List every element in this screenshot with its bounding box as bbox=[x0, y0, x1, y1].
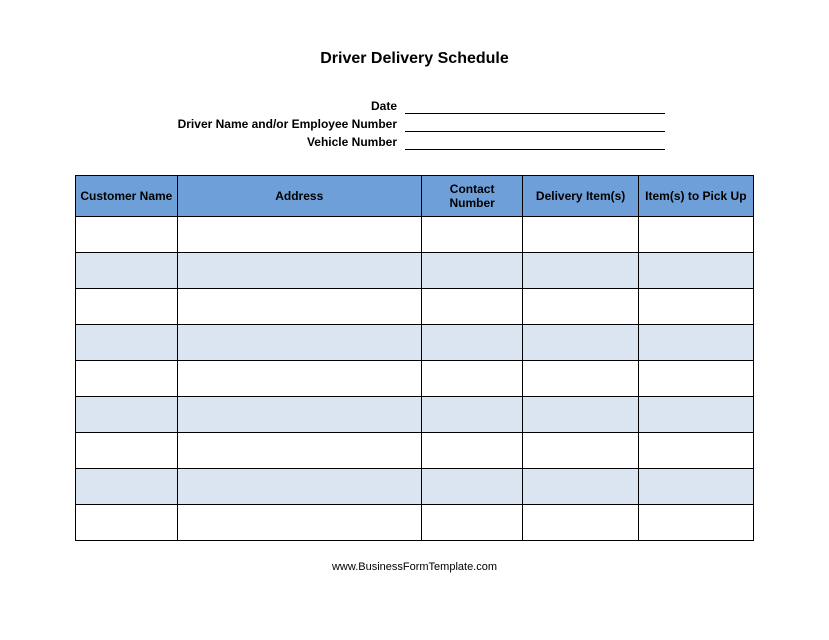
cell-pickup[interactable] bbox=[638, 397, 753, 433]
table-row bbox=[76, 325, 754, 361]
cell-pickup[interactable] bbox=[638, 433, 753, 469]
table-header-row: Customer Name Address Contact Number Del… bbox=[76, 176, 754, 217]
cell-customer[interactable] bbox=[76, 325, 178, 361]
cell-delivery[interactable] bbox=[523, 217, 638, 253]
cell-contact[interactable] bbox=[421, 433, 523, 469]
driver-input-line[interactable] bbox=[405, 116, 665, 132]
header-contact-number: Contact Number bbox=[421, 176, 523, 217]
cell-pickup[interactable] bbox=[638, 505, 753, 541]
date-field-row: Date bbox=[75, 98, 754, 114]
cell-delivery[interactable] bbox=[523, 253, 638, 289]
cell-contact[interactable] bbox=[421, 289, 523, 325]
cell-customer[interactable] bbox=[76, 505, 178, 541]
cell-pickup[interactable] bbox=[638, 289, 753, 325]
cell-delivery[interactable] bbox=[523, 361, 638, 397]
cell-delivery[interactable] bbox=[523, 289, 638, 325]
table-row bbox=[76, 469, 754, 505]
cell-delivery[interactable] bbox=[523, 397, 638, 433]
table-row bbox=[76, 433, 754, 469]
cell-customer[interactable] bbox=[76, 253, 178, 289]
table-row bbox=[76, 217, 754, 253]
table-row bbox=[76, 361, 754, 397]
cell-contact[interactable] bbox=[421, 253, 523, 289]
driver-label: Driver Name and/or Employee Number bbox=[75, 117, 405, 131]
header-pickup-items: Item(s) to Pick Up bbox=[638, 176, 753, 217]
cell-address[interactable] bbox=[177, 469, 421, 505]
cell-pickup[interactable] bbox=[638, 325, 753, 361]
cell-contact[interactable] bbox=[421, 505, 523, 541]
cell-customer[interactable] bbox=[76, 361, 178, 397]
cell-delivery[interactable] bbox=[523, 325, 638, 361]
cell-customer[interactable] bbox=[76, 433, 178, 469]
schedule-table: Customer Name Address Contact Number Del… bbox=[75, 175, 754, 541]
cell-customer[interactable] bbox=[76, 469, 178, 505]
cell-address[interactable] bbox=[177, 433, 421, 469]
cell-delivery[interactable] bbox=[523, 469, 638, 505]
header-address: Address bbox=[177, 176, 421, 217]
cell-pickup[interactable] bbox=[638, 217, 753, 253]
cell-address[interactable] bbox=[177, 289, 421, 325]
cell-customer[interactable] bbox=[76, 397, 178, 433]
date-label: Date bbox=[75, 99, 405, 113]
vehicle-input-line[interactable] bbox=[405, 134, 665, 150]
cell-address[interactable] bbox=[177, 325, 421, 361]
cell-contact[interactable] bbox=[421, 361, 523, 397]
footer-text: www.BusinessFormTemplate.com bbox=[75, 561, 754, 573]
date-input-line[interactable] bbox=[405, 98, 665, 114]
table-row bbox=[76, 397, 754, 433]
cell-contact[interactable] bbox=[421, 469, 523, 505]
table-row bbox=[76, 253, 754, 289]
header-customer-name: Customer Name bbox=[76, 176, 178, 217]
header-delivery-items: Delivery Item(s) bbox=[523, 176, 638, 217]
cell-address[interactable] bbox=[177, 253, 421, 289]
table-row bbox=[76, 505, 754, 541]
form-fields-section: Date Driver Name and/or Employee Number … bbox=[75, 98, 754, 150]
driver-field-row: Driver Name and/or Employee Number bbox=[75, 116, 754, 132]
cell-contact[interactable] bbox=[421, 217, 523, 253]
cell-contact[interactable] bbox=[421, 325, 523, 361]
cell-address[interactable] bbox=[177, 217, 421, 253]
cell-pickup[interactable] bbox=[638, 361, 753, 397]
vehicle-field-row: Vehicle Number bbox=[75, 134, 754, 150]
table-row bbox=[76, 289, 754, 325]
cell-address[interactable] bbox=[177, 361, 421, 397]
cell-address[interactable] bbox=[177, 397, 421, 433]
cell-contact[interactable] bbox=[421, 397, 523, 433]
page-title: Driver Delivery Schedule bbox=[75, 50, 754, 68]
vehicle-label: Vehicle Number bbox=[75, 135, 405, 149]
cell-delivery[interactable] bbox=[523, 433, 638, 469]
cell-pickup[interactable] bbox=[638, 253, 753, 289]
cell-customer[interactable] bbox=[76, 289, 178, 325]
cell-address[interactable] bbox=[177, 505, 421, 541]
cell-pickup[interactable] bbox=[638, 469, 753, 505]
cell-customer[interactable] bbox=[76, 217, 178, 253]
cell-delivery[interactable] bbox=[523, 505, 638, 541]
